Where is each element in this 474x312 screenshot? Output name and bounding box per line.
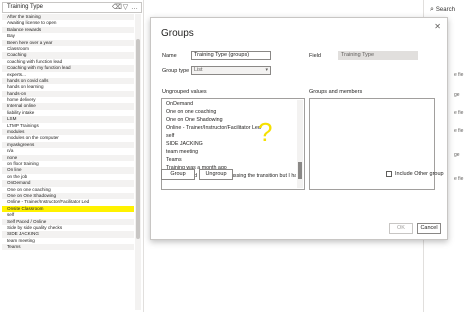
field-label: Field — [309, 53, 321, 59]
fields-peek-text: ge — [454, 92, 460, 98]
field-header: Training Type ⌫▽… — [2, 2, 142, 13]
ungrouped-value-item[interactable]: self — [163, 132, 296, 140]
ungrouped-value-item[interactable]: OnDemand — [163, 100, 296, 108]
search-label: Search — [435, 7, 455, 13]
search-box[interactable]: ⌕ Search — [430, 6, 455, 14]
ungrouped-values-label: Ungrouped values — [162, 89, 207, 95]
fields-peek-text: e fie — [454, 128, 464, 134]
chevron-down-icon: ▾ — [265, 67, 268, 73]
include-other-label: Include Other group — [395, 171, 444, 177]
scrollbar-thumb[interactable] — [298, 162, 302, 179]
include-other-checkbox[interactable] — [386, 171, 392, 177]
filter-list-scrollbar[interactable] — [135, 14, 141, 310]
ungrouped-value-item[interactable]: Online - Trainer/Instructor/Facilitator … — [163, 124, 296, 132]
groups-dialog: Groups ✕ Name Training Type (groups) Fie… — [150, 17, 448, 240]
name-input[interactable]: Training Type (groups) — [191, 51, 271, 60]
ungrouped-value-item[interactable]: One on one coaching — [163, 108, 296, 116]
ungroup-button[interactable]: Ungroup — [199, 169, 233, 180]
ungrouped-value-item[interactable]: SIDE JACKING — [163, 140, 296, 148]
search-icon: ⌕ — [430, 6, 434, 13]
more-options-icon[interactable]: … — [130, 3, 139, 13]
ungrouped-value-item[interactable]: team meeting — [163, 148, 296, 156]
fields-peek-text: e fie — [454, 110, 464, 116]
ungrouped-value-item[interactable]: One on One Shadowing — [163, 116, 296, 124]
field-value: Training Type — [338, 51, 418, 60]
group-type-select[interactable]: List ▾ — [191, 66, 271, 75]
filter-icon[interactable]: ▽ — [121, 3, 130, 13]
fields-peek-text: ge — [454, 152, 460, 158]
name-label: Name — [162, 53, 177, 59]
filter-value-list: After the training Awaiting license to op… — [2, 14, 134, 310]
group-type-value: List — [194, 67, 203, 73]
group-type-label: Group type — [162, 68, 190, 74]
close-icon[interactable]: ✕ — [434, 22, 441, 31]
ungrouped-value-item[interactable]: Teams — [163, 156, 296, 164]
filter-clear-icon[interactable]: ⌫ — [112, 3, 122, 13]
group-button[interactable]: Group — [161, 169, 195, 180]
field-title: Training Type — [7, 4, 44, 10]
fields-peek-text: e fie — [454, 176, 464, 182]
dialog-title: Groups — [161, 28, 194, 39]
fields-peek-text: e fie — [454, 72, 464, 78]
filter-list-item[interactable]: Teams — [2, 244, 134, 251]
question-mark-annotation: ? — [258, 117, 273, 147]
scrollbar-thumb[interactable] — [136, 39, 140, 239]
ok-button[interactable]: OK — [389, 223, 413, 234]
cancel-button[interactable]: Cancel — [417, 223, 441, 234]
filter-pane: Training Type ⌫▽… After the training Awai… — [0, 0, 144, 312]
groups-members-label: Groups and members — [309, 89, 363, 95]
ungrouped-list-scrollbar[interactable] — [297, 100, 303, 188]
